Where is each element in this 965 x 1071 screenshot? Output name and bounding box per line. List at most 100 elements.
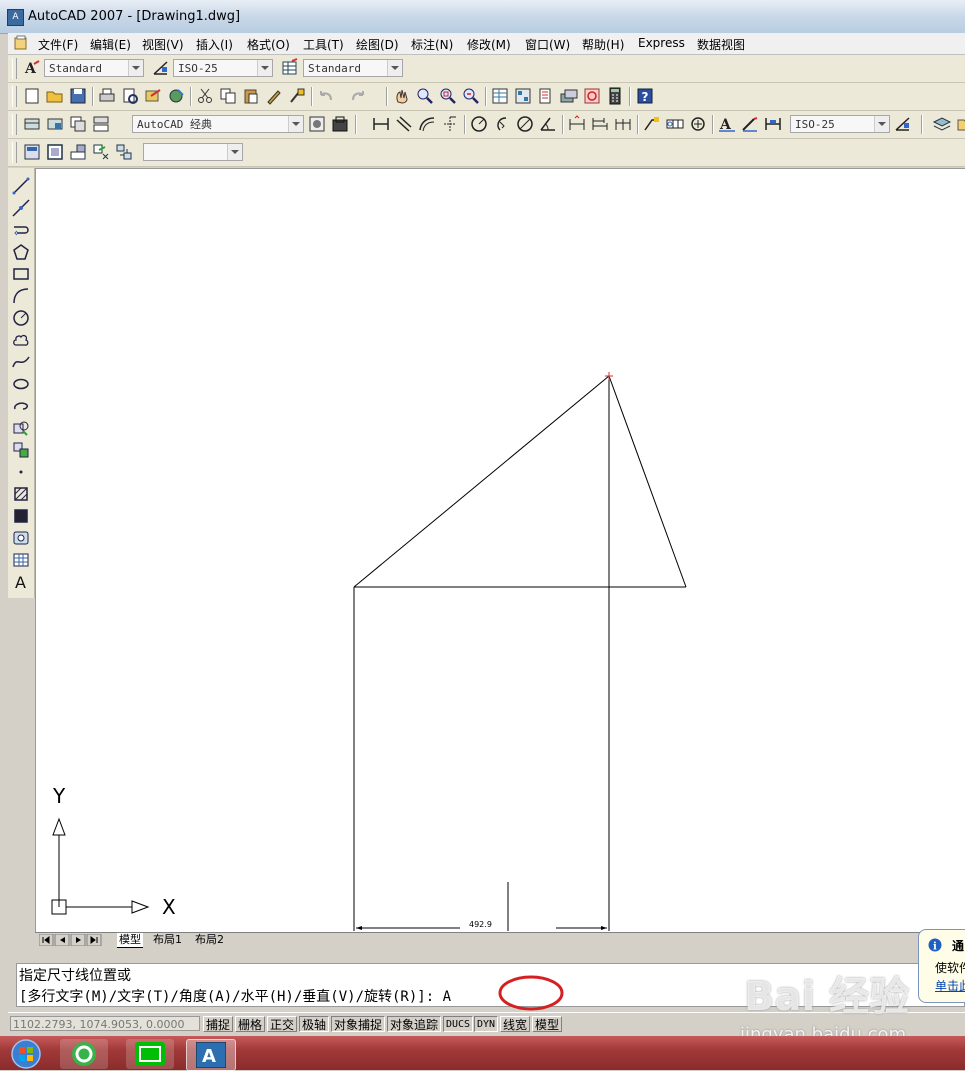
tab-model[interactable]: 模型 — [117, 933, 143, 948]
toolbar-grip[interactable] — [12, 86, 17, 107]
save-icon[interactable] — [68, 86, 88, 106]
taskbar-app-autocad[interactable]: A — [186, 1039, 236, 1071]
redo-icon[interactable] — [348, 86, 368, 106]
taskbar-app-iqiyi[interactable] — [126, 1039, 174, 1069]
polygon-icon[interactable] — [11, 242, 31, 262]
dim-style-select[interactable]: ISO-25 — [173, 59, 273, 77]
circle-icon[interactable] — [11, 308, 31, 328]
workspace-toggle-icon[interactable] — [307, 114, 327, 134]
menu-view[interactable]: 视图(V) — [142, 36, 184, 53]
menu-express[interactable]: Express — [638, 36, 685, 50]
grid-toggle[interactable]: 栅格 — [235, 1016, 266, 1032]
jogged-dimension-icon[interactable] — [492, 114, 512, 134]
menu-modify[interactable]: 修改(M) — [467, 36, 511, 53]
menu-file[interactable]: 文件(F) — [38, 36, 78, 53]
start-button-icon[interactable] — [6, 1038, 46, 1070]
layer-isolate-icon[interactable] — [114, 142, 134, 162]
zoom-previous-icon[interactable] — [461, 86, 481, 106]
properties-icon[interactable] — [490, 86, 510, 106]
menu-edit[interactable]: 编辑(E) — [90, 36, 131, 53]
menu-dimension[interactable]: 标注(N) — [411, 36, 453, 53]
text-style-icon[interactable]: A — [22, 58, 42, 78]
workspace-icon[interactable] — [22, 114, 42, 134]
ellipse-arc-icon[interactable] — [11, 396, 31, 416]
copy-icon[interactable] — [218, 86, 238, 106]
publish-icon[interactable] — [143, 86, 163, 106]
tolerance-icon[interactable] — [665, 114, 685, 134]
next-tab-icon[interactable] — [70, 934, 86, 946]
angular-dimension-icon[interactable] — [538, 114, 558, 134]
ducs-toggle[interactable]: DUCS — [443, 1016, 474, 1032]
notification-link[interactable]: 单击此 — [935, 977, 965, 994]
layer-properties-icon[interactable] — [22, 142, 42, 162]
ortho-toggle[interactable]: 正交 — [267, 1016, 298, 1032]
layer-window-icon[interactable] — [45, 142, 65, 162]
menu-tools[interactable]: 工具(T) — [303, 36, 344, 53]
chevron-down-icon[interactable] — [874, 116, 889, 132]
aligned-dimension-icon[interactable] — [394, 114, 414, 134]
prev-tab-icon[interactable] — [54, 934, 70, 946]
construction-line-icon[interactable] — [11, 198, 31, 218]
design-center-icon[interactable] — [513, 86, 533, 106]
sheet-set-icon[interactable] — [559, 86, 579, 106]
hatch-icon[interactable] — [11, 484, 31, 504]
menu-window[interactable]: 窗口(W) — [525, 36, 570, 53]
workspace-save-icon[interactable] — [45, 114, 65, 134]
ellipse-icon[interactable] — [11, 374, 31, 394]
arc-length-icon[interactable] — [417, 114, 437, 134]
layer-match-icon[interactable] — [91, 142, 111, 162]
radius-dimension-icon[interactable] — [469, 114, 489, 134]
dimension-edit-icon[interactable]: A — [717, 114, 737, 134]
dimension-style-icon[interactable] — [893, 114, 913, 134]
ordinate-dimension-icon[interactable] — [440, 114, 460, 134]
tool-palettes-icon[interactable] — [536, 86, 556, 106]
workspace-select[interactable]: AutoCAD 经典 — [132, 115, 304, 133]
table-style-select[interactable]: Standard — [303, 59, 403, 77]
point-icon[interactable] — [11, 462, 31, 482]
polar-toggle[interactable]: 极轴 — [299, 1016, 330, 1032]
menu-draw[interactable]: 绘图(D) — [356, 36, 399, 53]
layers-icon[interactable] — [932, 114, 952, 134]
snap-toggle[interactable]: 捕捉 — [203, 1016, 234, 1032]
tab-layout1[interactable]: 布局1 — [153, 933, 182, 947]
tab-layout2[interactable]: 布局2 — [195, 933, 224, 947]
toolbar-grip[interactable] — [12, 142, 17, 163]
rectangle-icon[interactable] — [11, 264, 31, 284]
lineweight-toggle[interactable]: 线宽 — [500, 1016, 531, 1032]
menu-insert[interactable]: 插入(I) — [196, 36, 233, 53]
baseline-dimension-icon[interactable] — [590, 114, 610, 134]
line-icon[interactable] — [11, 176, 31, 196]
document-icon[interactable] — [14, 35, 28, 50]
autocad-app-icon[interactable]: A — [7, 9, 24, 26]
spline-icon[interactable] — [11, 352, 31, 372]
multiline-text-icon[interactable]: A — [11, 572, 31, 592]
chevron-down-icon[interactable] — [387, 60, 402, 76]
zoom-realtime-icon[interactable] — [415, 86, 435, 106]
otrack-toggle[interactable]: 对象追踪 — [387, 1016, 442, 1032]
text-style-select[interactable]: Standard — [44, 59, 144, 77]
menu-format[interactable]: 格式(O) — [247, 36, 290, 53]
dimension-text-edit-icon[interactable] — [740, 114, 760, 134]
insert-block-icon[interactable] — [11, 418, 31, 438]
dimension-update-icon[interactable] — [763, 114, 783, 134]
chevron-down-icon[interactable] — [288, 116, 303, 132]
make-block-icon[interactable] — [11, 440, 31, 460]
notification-balloon[interactable]: i 通 使软件 单击此 — [918, 929, 965, 1003]
drawing-canvas[interactable]: 492.9 Y X — [35, 168, 965, 932]
help-icon[interactable]: ? — [635, 86, 655, 106]
workspace-lock-icon[interactable] — [330, 114, 350, 134]
chevron-down-icon[interactable] — [257, 60, 272, 76]
workspace-settings-icon[interactable] — [68, 114, 88, 134]
toolbar-grip[interactable] — [12, 58, 17, 79]
diameter-dimension-icon[interactable] — [515, 114, 535, 134]
center-mark-icon[interactable] — [688, 114, 708, 134]
layer-state-icon[interactable] — [955, 114, 965, 134]
block-editor-icon[interactable] — [287, 86, 307, 106]
arc-icon[interactable] — [11, 286, 31, 306]
chevron-down-icon[interactable] — [227, 144, 242, 160]
last-tab-icon[interactable] — [86, 934, 102, 946]
quick-dimension-icon[interactable] — [567, 114, 587, 134]
table-style-icon[interactable] — [280, 58, 300, 78]
region-icon[interactable] — [11, 528, 31, 548]
paste-icon[interactable] — [241, 86, 261, 106]
